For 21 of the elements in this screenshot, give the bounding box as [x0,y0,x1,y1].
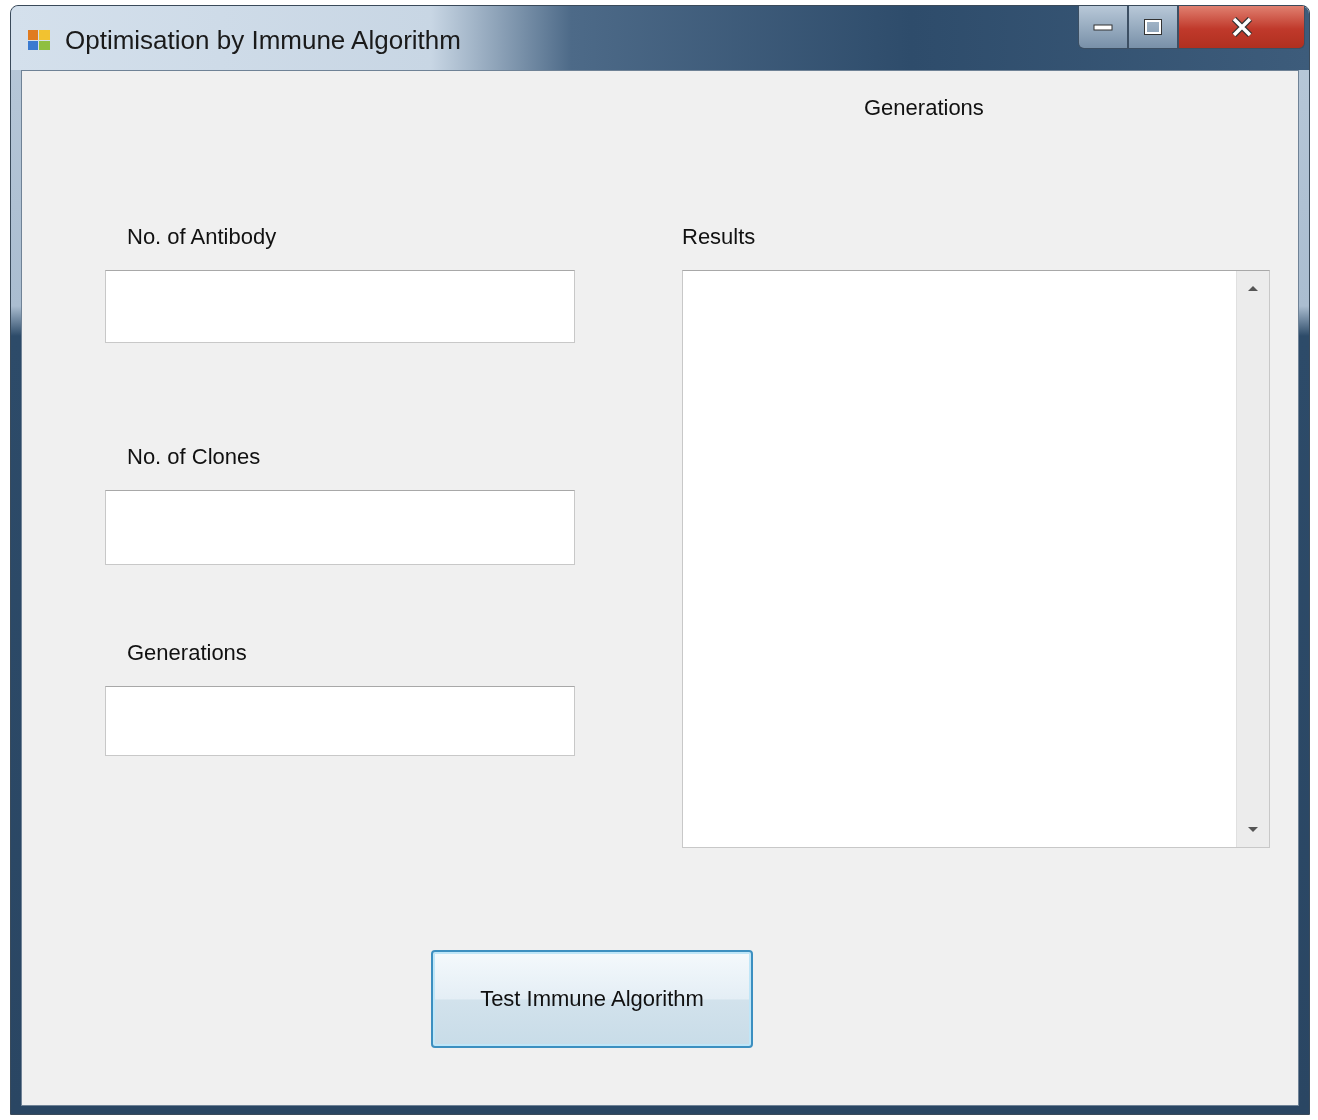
minimize-button[interactable] [1078,6,1128,49]
scroll-up-icon [1247,285,1259,292]
generations-label: Generations [864,95,984,121]
field-label: No. of Antibody [126,224,278,250]
input-field[interactable] [105,270,575,343]
maximize-icon [1144,19,1162,35]
close-button[interactable] [1178,6,1305,49]
test-algorithm-button[interactable]: Test Immune Algorithm [431,950,753,1048]
results-textarea[interactable] [682,270,1270,848]
input-field[interactable] [105,686,575,756]
app-icon [27,28,51,52]
maximize-button[interactable] [1128,6,1178,49]
field-label: No. of Clones [126,444,262,470]
close-icon [1230,17,1253,37]
field-label: Generations [126,640,248,666]
minimize-icon [1093,23,1113,31]
scroll-down-icon [1247,826,1259,833]
window-title: Optimisation by Immune Algorithm [65,24,461,56]
results-label: Results [682,224,757,250]
input-field[interactable] [105,490,575,565]
scrollbar[interactable] [1236,271,1269,847]
